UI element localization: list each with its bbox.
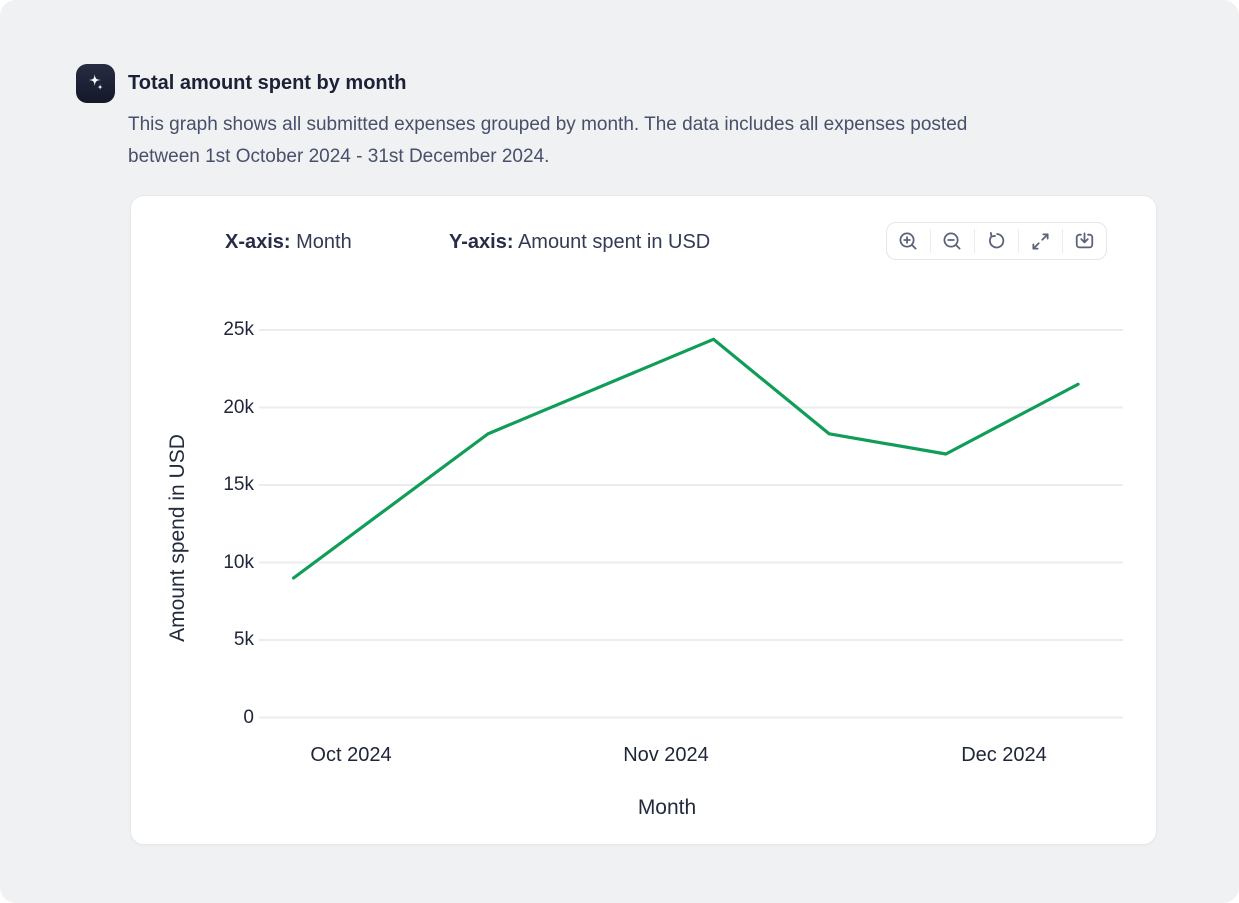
sparkles-icon-glyph xyxy=(84,72,107,95)
y-tick-label: 20k xyxy=(171,396,254,420)
gridlines xyxy=(259,330,1123,718)
page-description-line-2: between 1st October 2024 - 31st December… xyxy=(128,141,967,173)
page-title: Total amount spent by month xyxy=(128,72,407,95)
sparkles-icon xyxy=(76,64,115,103)
page: Total amount spent by month This graph s… xyxy=(0,0,1239,903)
page-description: This graph shows all submitted expenses … xyxy=(128,109,967,173)
x-tick-label: Oct 2024 xyxy=(276,742,426,768)
y-tick-label: 25k xyxy=(171,318,254,342)
page-description-line-1: This graph shows all submitted expenses … xyxy=(128,109,967,141)
chart-card: X-axis: Month Y-axis: Amount spent in US… xyxy=(130,195,1157,845)
x-axis-title: Month xyxy=(638,796,696,820)
x-tick-label: Nov 2024 xyxy=(591,742,741,768)
y-tick-label: 0 xyxy=(171,706,254,730)
y-axis-title: Amount spend in USD xyxy=(166,434,190,642)
x-tick-label: Dec 2024 xyxy=(929,742,1079,768)
expense-line-series xyxy=(294,339,1079,578)
